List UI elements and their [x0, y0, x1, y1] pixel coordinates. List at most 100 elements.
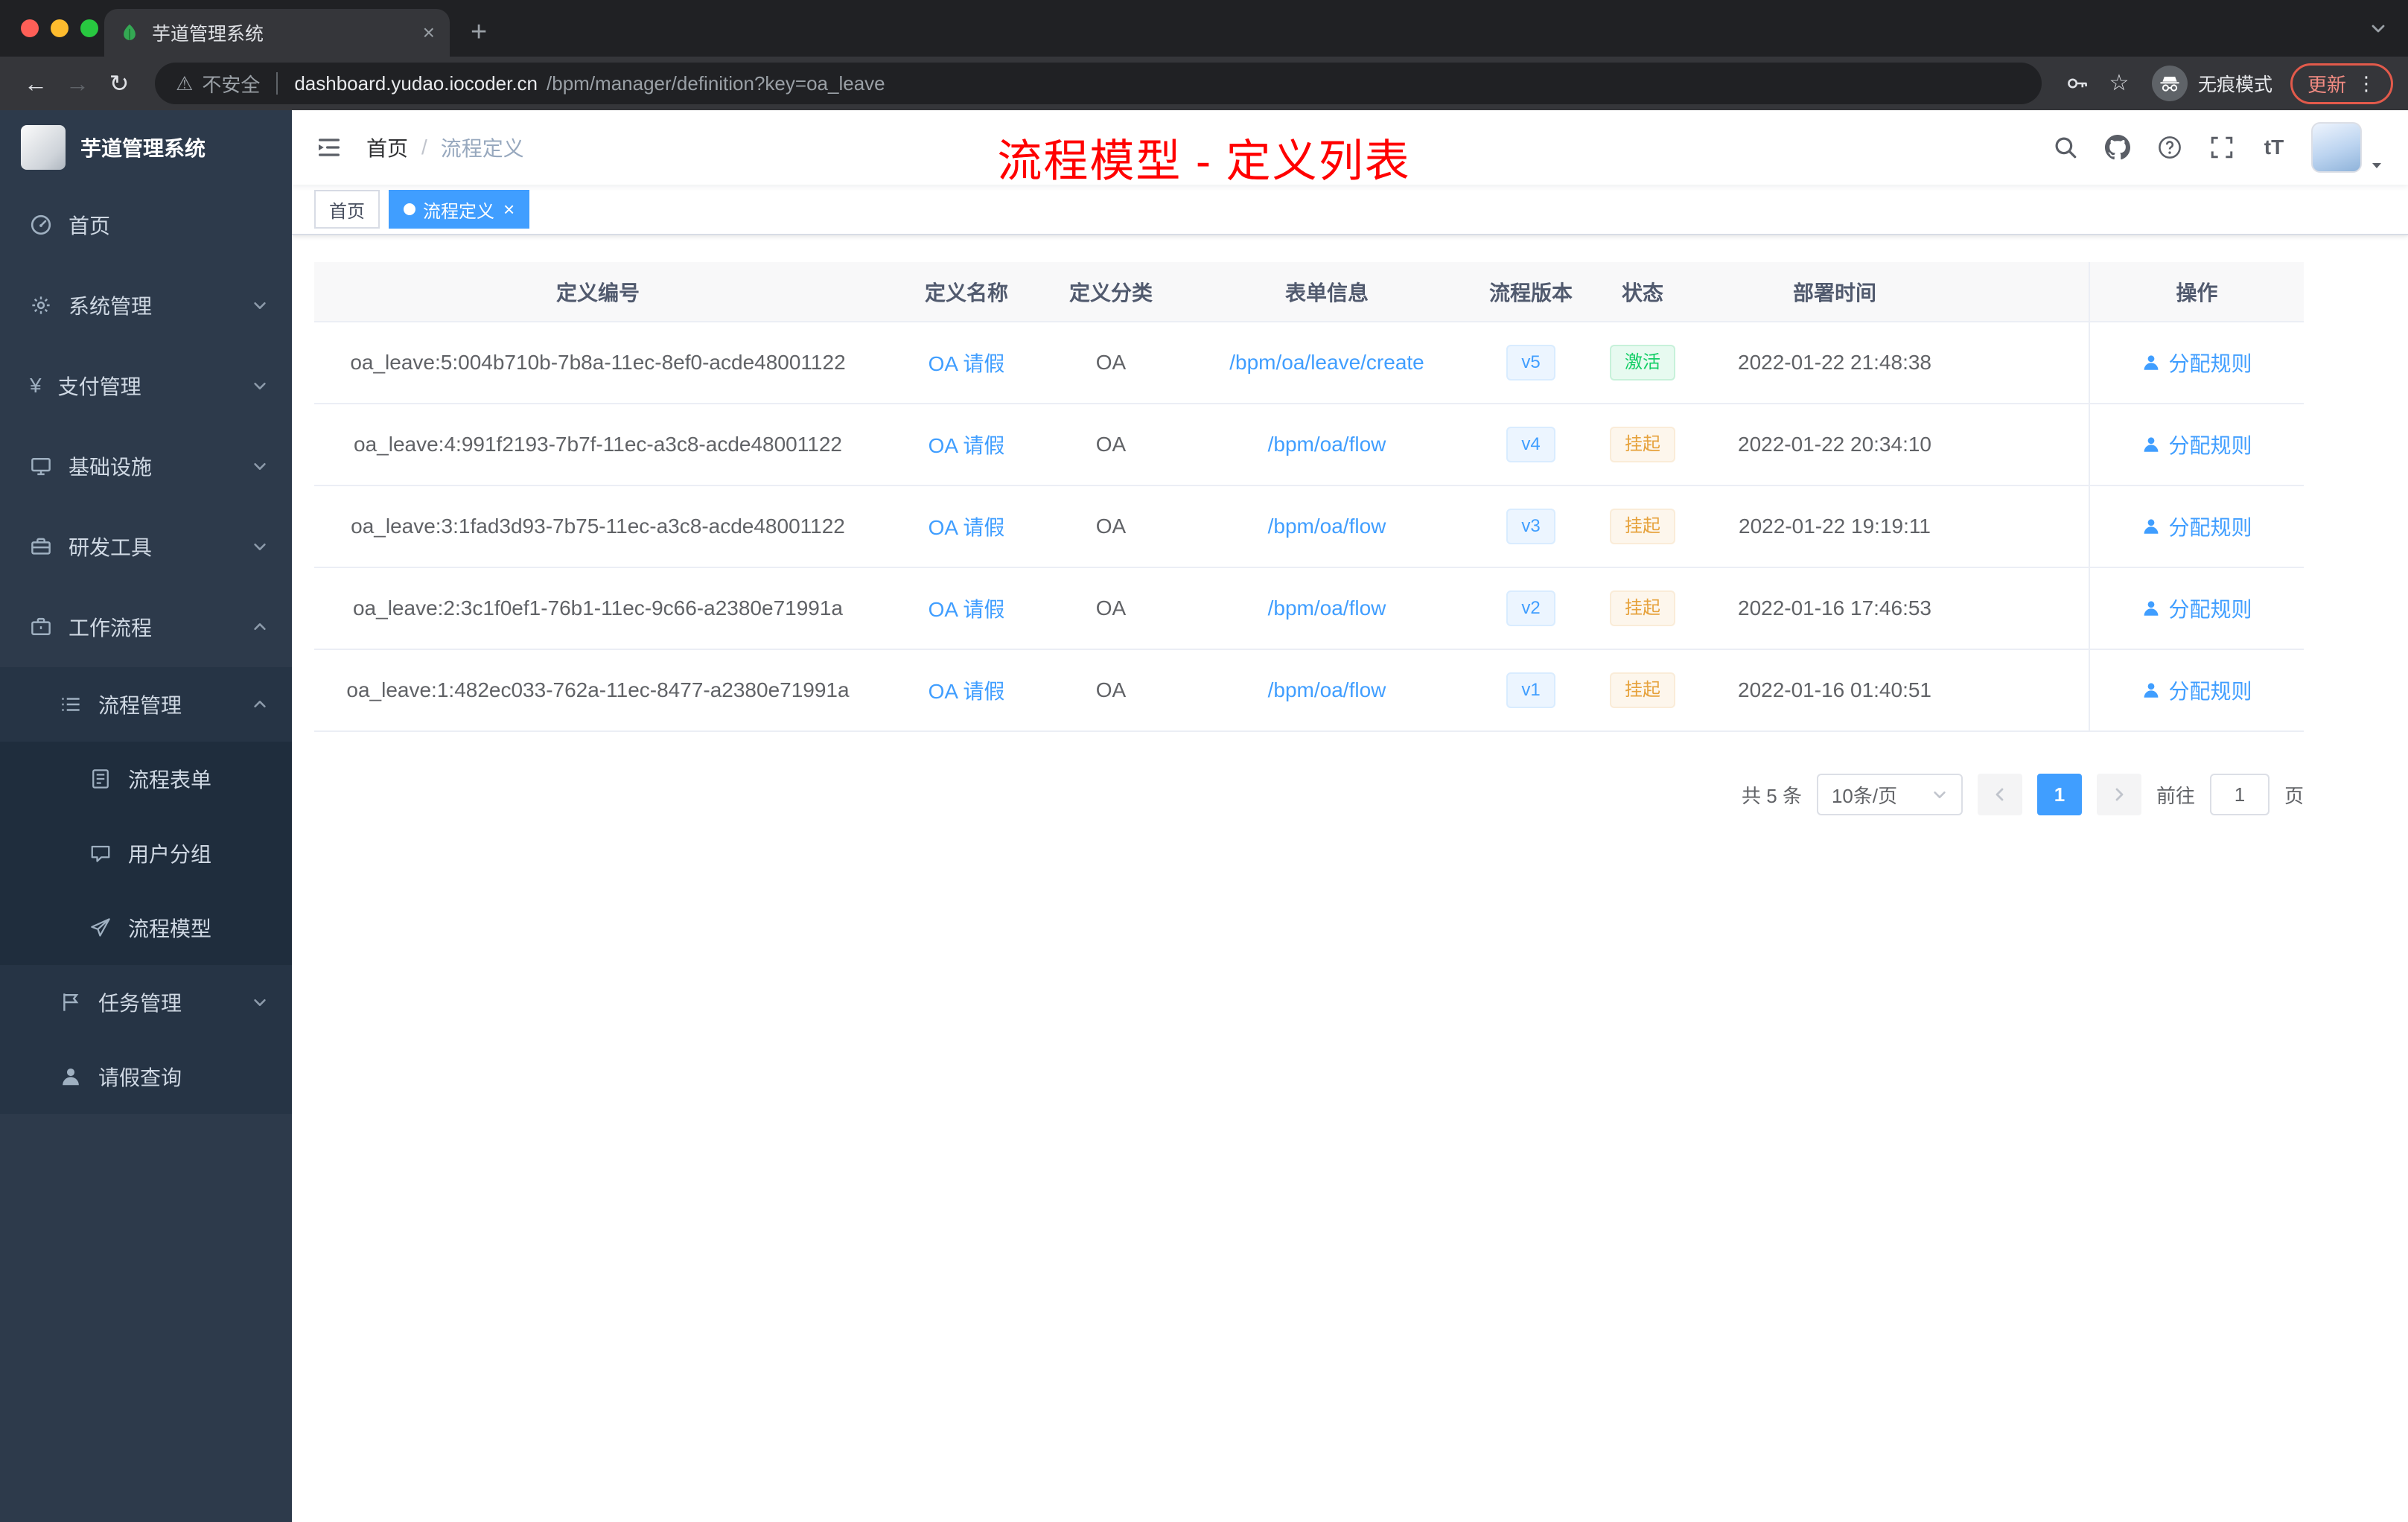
minimize-window-button[interactable]: [51, 19, 69, 37]
browser-chrome: 芋道管理系统 × + ← → ↻ ⚠ 不安全 dashboard.yudao.i…: [0, 0, 2408, 110]
assign-rule-link[interactable]: 分配规则: [2141, 593, 2252, 623]
prev-page-button[interactable]: [1977, 774, 2022, 815]
close-window-button[interactable]: [21, 19, 39, 37]
column-header: 状态: [1579, 262, 1707, 322]
assign-rule-link[interactable]: 分配规则: [2141, 675, 2252, 705]
question-icon[interactable]: [2155, 135, 2185, 160]
tab-title: 芋道管理系统: [152, 24, 264, 45]
tab-search-icon[interactable]: [2369, 19, 2387, 37]
tab-close-icon[interactable]: ×: [423, 22, 435, 43]
caret-down-icon: [2369, 158, 2384, 173]
page-unit-label: 页: [2284, 784, 2304, 807]
tag-close-icon[interactable]: ×: [503, 200, 515, 219]
next-page-button[interactable]: [2096, 774, 2141, 815]
table-row: oa_leave:4:991f2193-7b7f-11ec-a3c8-acde4…: [314, 404, 2304, 486]
sidebar-item-process-model[interactable]: 流程模型: [0, 891, 292, 965]
column-filler: [1963, 262, 2089, 322]
avatar[interactable]: [2311, 122, 2362, 173]
sidebar-item-leave-query[interactable]: 请假查询: [0, 1039, 292, 1114]
breadcrumb-home[interactable]: 首页: [366, 133, 408, 162]
sidebar-item-process-management[interactable]: 流程管理: [0, 667, 292, 742]
send-icon: [89, 917, 112, 939]
browser-tab[interactable]: 芋道管理系统 ×: [104, 9, 450, 57]
not-secure-warning-icon: ⚠: [176, 72, 194, 95]
page-1-button[interactable]: 1: [2036, 774, 2082, 815]
sidebar-item-system[interactable]: 系统管理: [0, 265, 292, 346]
chevron-up-icon: [252, 619, 268, 635]
chevron-down-icon: [252, 994, 268, 1010]
user-avatar-menu[interactable]: [2311, 122, 2384, 173]
tag-label: 流程定义: [423, 201, 494, 222]
sidebar-item-label: 用户分组: [128, 843, 212, 866]
passwords-key-icon[interactable]: [2057, 71, 2098, 95]
form-link[interactable]: /bpm/oa/flow: [1268, 678, 1386, 701]
github-icon[interactable]: [2103, 135, 2133, 160]
tags-view: 首页 流程定义 ×: [292, 185, 2408, 235]
sidebar-item-workflow[interactable]: 工作流程: [0, 587, 292, 667]
user-icon: [2141, 435, 2161, 454]
update-chrome-button[interactable]: 更新 ⋮: [2290, 63, 2393, 104]
incognito-icon: [2151, 66, 2188, 101]
sidebar-item-label: 流程表单: [128, 768, 212, 792]
form-link[interactable]: /bpm/oa/flow: [1268, 515, 1386, 538]
browser-toolbar: ← → ↻ ⚠ 不安全 dashboard.yudao.iocoder.cn/b…: [0, 57, 2408, 110]
pagination-total: 共 5 条: [1742, 784, 1802, 807]
action-label: 分配规则: [2168, 516, 2252, 539]
search-icon[interactable]: [2051, 135, 2080, 160]
form-link[interactable]: /bpm/oa/flow: [1268, 433, 1386, 456]
sidebar-item-user-group[interactable]: 用户分组: [0, 816, 292, 891]
sidebar-toggle-icon[interactable]: [316, 134, 343, 161]
address-bar[interactable]: ⚠ 不安全 dashboard.yudao.iocoder.cn/bpm/man…: [155, 63, 2042, 104]
assign-rule-link[interactable]: 分配规则: [2141, 430, 2252, 459]
form-link[interactable]: /bpm/oa/flow: [1268, 596, 1386, 620]
assign-rule-link[interactable]: 分配规则: [2141, 348, 2252, 378]
table-row: oa_leave:1:482ec033-762a-11ec-8477-a2380…: [314, 649, 2304, 732]
navbar-actions: tT: [2051, 122, 2384, 173]
sidebar-item-process-form[interactable]: 流程表单: [0, 742, 292, 816]
bookmark-star-icon[interactable]: ☆: [2098, 72, 2140, 95]
definition-name-link[interactable]: OA 请假: [929, 680, 1005, 703]
column-header: 定义编号: [314, 262, 882, 322]
sidebar-item-task-management[interactable]: 任务管理: [0, 965, 292, 1039]
chevron-down-icon: [1931, 786, 1948, 803]
sidebar-item-label: 工作流程: [69, 617, 153, 640]
definition-id: oa_leave:5:004b710b-7b8a-11ec-8ef0-acde4…: [314, 322, 882, 404]
sidebar-item-label: 流程管理: [98, 694, 182, 717]
definition-name-link[interactable]: OA 请假: [929, 598, 1005, 621]
fullscreen-icon[interactable]: [2207, 135, 2237, 160]
pagination: 共 5 条 10条/页 1 前往 页: [314, 774, 2304, 815]
goto-page-input[interactable]: [2209, 774, 2270, 815]
definition-name-link[interactable]: OA 请假: [929, 352, 1005, 375]
sidebar-item-infrastructure[interactable]: 基础设施: [0, 426, 292, 506]
sidebar-item-label: 请假查询: [98, 1066, 182, 1089]
fontsize-icon[interactable]: tT: [2259, 137, 2289, 158]
sidebar-item-home[interactable]: 首页: [0, 185, 292, 265]
form-link[interactable]: /bpm/oa/leave/create: [1229, 351, 1424, 374]
tag-process-definition[interactable]: 流程定义 ×: [389, 190, 530, 229]
app-logo[interactable]: 芋道管理系统: [0, 110, 292, 185]
assign-rule-link[interactable]: 分配规则: [2141, 512, 2252, 541]
breadcrumb-separator: /: [421, 136, 427, 159]
form-icon: [89, 768, 112, 790]
definition-name-link[interactable]: OA 请假: [929, 516, 1005, 539]
deploy-time: 2022-01-16 01:40:51: [1707, 649, 1963, 732]
browser-menu-icon[interactable]: ⋮: [2357, 74, 2376, 93]
column-header: 部署时间: [1707, 262, 1963, 322]
tag-home[interactable]: 首页: [314, 190, 380, 229]
window-controls: [21, 19, 98, 37]
zoom-window-button[interactable]: [80, 19, 98, 37]
reload-button[interactable]: ↻: [98, 71, 140, 95]
security-label[interactable]: 不安全: [202, 70, 260, 98]
action-label: 分配规则: [2168, 434, 2252, 457]
new-tab-button[interactable]: +: [471, 18, 487, 46]
definition-name-link[interactable]: OA 请假: [929, 434, 1005, 457]
column-header: 表单信息: [1170, 262, 1483, 322]
sidebar-item-dev-tools[interactable]: 研发工具: [0, 506, 292, 587]
sidebar-item-payment[interactable]: ¥ 支付管理: [0, 346, 292, 426]
chevron-down-icon: [252, 538, 268, 555]
back-button[interactable]: ←: [15, 71, 57, 95]
status-badge: 挂起: [1610, 427, 1675, 462]
page-size-select[interactable]: 10条/页: [1816, 774, 1963, 815]
forward-button[interactable]: →: [57, 71, 98, 95]
chevron-down-icon: [252, 297, 268, 313]
